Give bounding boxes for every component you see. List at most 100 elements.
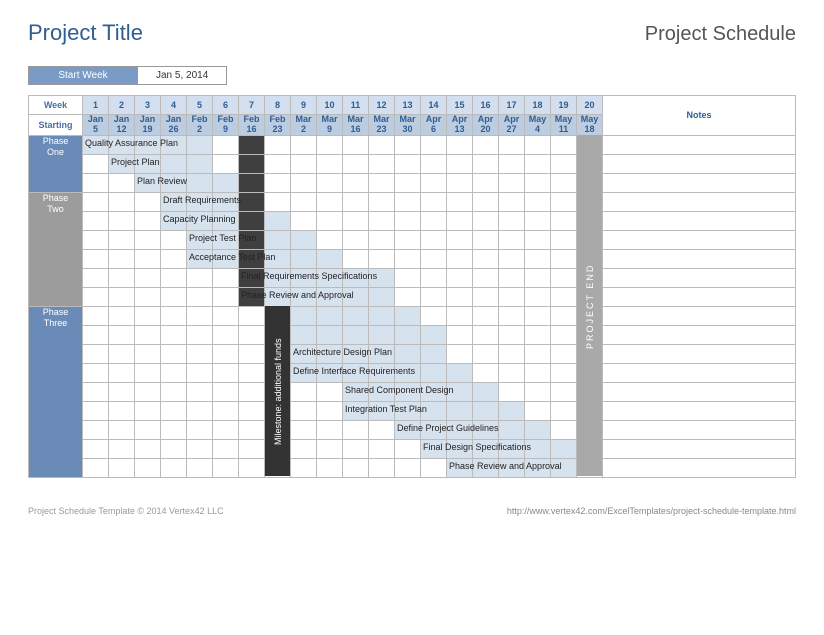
gantt-cell[interactable] [83, 268, 109, 287]
gantt-cell[interactable] [499, 135, 525, 154]
gantt-cell[interactable] [525, 249, 551, 268]
gantt-cell[interactable] [525, 268, 551, 287]
gantt-cell[interactable] [109, 249, 135, 268]
gantt-cell[interactable] [291, 325, 317, 344]
gantt-cell[interactable] [525, 382, 551, 401]
gantt-cell[interactable] [135, 420, 161, 439]
gantt-cell[interactable] [447, 401, 473, 420]
gantt-cell[interactable] [161, 344, 187, 363]
gantt-cell[interactable]: Define Interface Requirements [291, 363, 317, 382]
gantt-cell[interactable] [187, 458, 213, 477]
gantt-cell[interactable]: Architecture Design Plan [291, 344, 317, 363]
gantt-cell[interactable] [187, 173, 213, 192]
gantt-cell[interactable] [551, 420, 577, 439]
gantt-cell[interactable] [187, 344, 213, 363]
gantt-cell[interactable] [395, 192, 421, 211]
gantt-cell[interactable] [135, 230, 161, 249]
gantt-cell[interactable] [421, 192, 447, 211]
gantt-cell[interactable] [343, 325, 369, 344]
gantt-cell[interactable] [161, 287, 187, 306]
gantt-cell[interactable] [83, 306, 109, 325]
gantt-cell[interactable] [343, 173, 369, 192]
gantt-cell[interactable] [421, 154, 447, 173]
gantt-cell[interactable] [421, 458, 447, 477]
gantt-cell[interactable] [161, 249, 187, 268]
gantt-cell[interactable] [109, 458, 135, 477]
gantt-cell[interactable] [213, 458, 239, 477]
gantt-cell[interactable] [499, 344, 525, 363]
gantt-cell[interactable] [213, 287, 239, 306]
gantt-cell[interactable] [499, 211, 525, 230]
gantt-cell[interactable] [473, 230, 499, 249]
gantt-cell[interactable] [187, 382, 213, 401]
gantt-cell[interactable]: Phase Review and Approval [447, 458, 473, 477]
gantt-cell[interactable] [291, 230, 317, 249]
gantt-cell[interactable] [525, 173, 551, 192]
gantt-cell[interactable] [135, 344, 161, 363]
gantt-cell[interactable] [317, 230, 343, 249]
gantt-cell[interactable] [239, 382, 265, 401]
gantt-cell[interactable] [473, 306, 499, 325]
gantt-cell[interactable] [109, 268, 135, 287]
gantt-cell[interactable] [369, 420, 395, 439]
gantt-cell[interactable] [499, 230, 525, 249]
gantt-cell[interactable] [499, 249, 525, 268]
gantt-cell[interactable] [447, 135, 473, 154]
gantt-cell[interactable] [421, 249, 447, 268]
gantt-cell[interactable] [83, 382, 109, 401]
gantt-cell[interactable] [317, 382, 343, 401]
gantt-cell[interactable] [525, 154, 551, 173]
gantt-cell[interactable] [135, 268, 161, 287]
notes-cell[interactable] [603, 382, 796, 401]
gantt-cell[interactable] [291, 420, 317, 439]
gantt-cell[interactable] [421, 306, 447, 325]
gantt-cell[interactable] [551, 230, 577, 249]
gantt-cell[interactable] [473, 211, 499, 230]
gantt-cell[interactable] [135, 458, 161, 477]
gantt-cell[interactable]: Shared Component Design [343, 382, 369, 401]
start-week-value[interactable]: Jan 5, 2014 [138, 66, 227, 85]
gantt-cell[interactable] [187, 287, 213, 306]
gantt-cell[interactable] [291, 249, 317, 268]
gantt-cell[interactable] [291, 306, 317, 325]
gantt-cell[interactable] [187, 363, 213, 382]
gantt-cell[interactable] [187, 135, 213, 154]
gantt-cell[interactable] [499, 268, 525, 287]
gantt-cell[interactable] [525, 401, 551, 420]
gantt-cell[interactable] [395, 287, 421, 306]
gantt-cell[interactable] [213, 135, 239, 154]
gantt-cell[interactable] [551, 382, 577, 401]
gantt-cell[interactable] [109, 173, 135, 192]
gantt-cell[interactable] [291, 135, 317, 154]
gantt-cell[interactable] [135, 306, 161, 325]
gantt-cell[interactable] [317, 211, 343, 230]
gantt-cell[interactable] [109, 192, 135, 211]
gantt-cell[interactable] [187, 154, 213, 173]
notes-cell[interactable] [603, 173, 796, 192]
gantt-cell[interactable] [161, 401, 187, 420]
gantt-cell[interactable] [343, 230, 369, 249]
gantt-cell[interactable] [473, 268, 499, 287]
gantt-cell[interactable] [83, 230, 109, 249]
gantt-cell[interactable] [161, 268, 187, 287]
gantt-cell[interactable] [187, 420, 213, 439]
gantt-cell[interactable] [213, 306, 239, 325]
gantt-cell[interactable]: Phase Review and Approval [239, 287, 265, 306]
gantt-cell[interactable] [395, 325, 421, 344]
gantt-cell[interactable] [83, 325, 109, 344]
gantt-cell[interactable] [551, 344, 577, 363]
gantt-cell[interactable] [317, 192, 343, 211]
gantt-cell[interactable] [369, 458, 395, 477]
gantt-cell[interactable]: Final Requirements Specifications [239, 268, 265, 287]
gantt-cell[interactable] [551, 135, 577, 154]
gantt-cell[interactable] [317, 249, 343, 268]
gantt-cell[interactable] [343, 249, 369, 268]
gantt-cell[interactable] [525, 420, 551, 439]
gantt-cell[interactable] [187, 268, 213, 287]
gantt-cell[interactable] [135, 211, 161, 230]
gantt-cell[interactable] [525, 306, 551, 325]
notes-cell[interactable] [603, 154, 796, 173]
gantt-cell[interactable] [395, 154, 421, 173]
gantt-cell[interactable] [369, 192, 395, 211]
gantt-cell[interactable]: Integration Test Plan [343, 401, 369, 420]
